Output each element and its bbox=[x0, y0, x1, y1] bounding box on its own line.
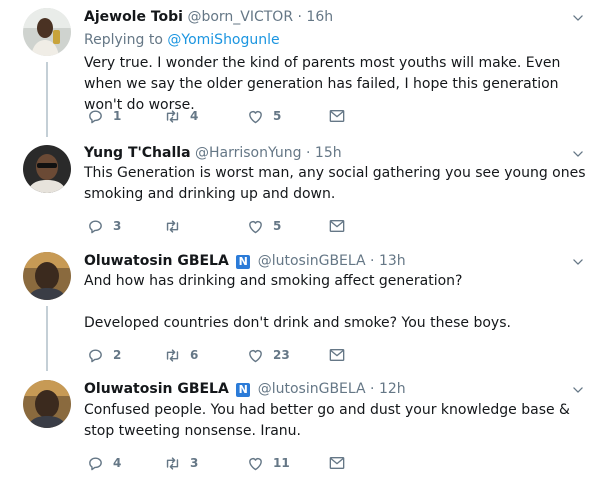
chevron-down-icon[interactable] bbox=[571, 383, 585, 397]
avatar[interactable] bbox=[23, 8, 71, 56]
replying-to: Replying to @YomiShogunle bbox=[84, 32, 280, 48]
tweet-text: Confused people. You had better go and d… bbox=[84, 402, 570, 439]
direct-message-button[interactable] bbox=[329, 454, 345, 472]
retweet-button[interactable]: 4 bbox=[164, 107, 198, 125]
direct-message-button[interactable] bbox=[329, 346, 345, 364]
like-icon bbox=[247, 108, 264, 125]
timestamp[interactable]: · 12h bbox=[370, 381, 406, 397]
direct-message-icon bbox=[329, 348, 345, 362]
retweet-button[interactable]: 3 bbox=[164, 454, 198, 472]
n-badge-icon: N bbox=[236, 383, 251, 397]
retweet-icon bbox=[164, 347, 181, 364]
retweet-button[interactable]: 6 bbox=[164, 346, 198, 364]
user-handle[interactable]: @lutosinGBELA bbox=[258, 381, 366, 397]
reply-count: 2 bbox=[113, 348, 122, 362]
direct-message-button[interactable] bbox=[329, 217, 345, 235]
reply-icon bbox=[87, 108, 104, 125]
display-name[interactable]: Oluwatosin GBELA bbox=[84, 381, 229, 397]
reply-icon bbox=[87, 218, 104, 235]
user-handle[interactable]: @HarrisonYung bbox=[195, 145, 302, 161]
like-button[interactable]: 5 bbox=[247, 217, 281, 235]
tweet-text: And how has drinking and smoking affect … bbox=[84, 273, 463, 289]
reply-button[interactable]: 1 bbox=[87, 107, 121, 125]
direct-message-icon bbox=[329, 456, 345, 470]
timestamp[interactable]: · 16h bbox=[298, 9, 334, 25]
reply-icon bbox=[87, 455, 104, 472]
like-count: 5 bbox=[273, 109, 282, 123]
tweet-header: Ajewole Tobi @born_VICTOR · 16h bbox=[84, 9, 333, 25]
timestamp[interactable]: · 13h bbox=[370, 253, 406, 269]
thread-line bbox=[46, 62, 48, 137]
reply-button[interactable]: 2 bbox=[87, 346, 121, 364]
tweet-header: Yung T'Challa @HarrisonYung · 15h bbox=[84, 145, 342, 161]
like-count: 23 bbox=[273, 348, 290, 362]
replying-to-link[interactable]: @YomiShogunle bbox=[167, 32, 279, 48]
n-badge-icon: N bbox=[236, 255, 251, 269]
display-name[interactable]: Oluwatosin GBELA bbox=[84, 253, 229, 269]
retweet-count: 3 bbox=[190, 456, 199, 470]
direct-message-icon bbox=[329, 109, 345, 123]
tweet[interactable]: Oluwatosin GBELA N @lutosinGBELA · 13h A… bbox=[0, 245, 609, 371]
reply-icon bbox=[87, 347, 104, 364]
display-name[interactable]: Yung T'Challa bbox=[84, 145, 191, 161]
avatar[interactable] bbox=[23, 252, 71, 300]
like-button[interactable]: 11 bbox=[247, 454, 290, 472]
tweet[interactable]: Ajewole Tobi @born_VICTOR · 16h Replying… bbox=[0, 0, 609, 137]
like-count: 5 bbox=[273, 219, 282, 233]
like-count: 11 bbox=[273, 456, 290, 470]
direct-message-button[interactable] bbox=[329, 107, 345, 125]
reply-count: 3 bbox=[113, 219, 122, 233]
like-button[interactable]: 23 bbox=[247, 346, 290, 364]
like-icon bbox=[247, 218, 264, 235]
tweet-header: Oluwatosin GBELA N @lutosinGBELA · 13h bbox=[84, 253, 406, 269]
tweet-text: Developed countries don't drink and smok… bbox=[84, 315, 511, 331]
like-icon bbox=[247, 455, 264, 472]
like-icon bbox=[247, 347, 264, 364]
retweet-icon bbox=[164, 218, 181, 235]
reply-button[interactable]: 4 bbox=[87, 454, 121, 472]
retweet-icon bbox=[164, 108, 181, 125]
reply-count: 1 bbox=[113, 109, 122, 123]
display-name[interactable]: Ajewole Tobi bbox=[84, 9, 183, 25]
chevron-down-icon[interactable] bbox=[571, 147, 585, 161]
tweet-text: This Generation is worst man, any social… bbox=[84, 165, 586, 202]
avatar[interactable] bbox=[23, 145, 71, 193]
retweet-count: 6 bbox=[190, 348, 199, 362]
thread-line bbox=[46, 306, 48, 371]
avatar[interactable] bbox=[23, 380, 71, 428]
reply-count: 4 bbox=[113, 456, 122, 470]
like-button[interactable]: 5 bbox=[247, 107, 281, 125]
direct-message-icon bbox=[329, 219, 345, 233]
reply-button[interactable]: 3 bbox=[87, 217, 121, 235]
retweet-icon bbox=[164, 455, 181, 472]
retweet-count: 4 bbox=[190, 109, 199, 123]
replying-prefix: Replying to bbox=[84, 32, 168, 48]
chevron-down-icon[interactable] bbox=[571, 11, 585, 25]
retweet-button[interactable] bbox=[164, 217, 190, 235]
tweet[interactable]: Yung T'Challa @HarrisonYung · 15h This G… bbox=[0, 137, 609, 245]
chevron-down-icon[interactable] bbox=[571, 255, 585, 269]
tweet-header: Oluwatosin GBELA N @lutosinGBELA · 12h bbox=[84, 381, 406, 397]
tweet[interactable]: Oluwatosin GBELA N @lutosinGBELA · 12h C… bbox=[0, 371, 609, 481]
user-handle[interactable]: @lutosinGBELA bbox=[258, 253, 366, 269]
timestamp[interactable]: · 15h bbox=[306, 145, 342, 161]
user-handle[interactable]: @born_VICTOR bbox=[187, 9, 293, 25]
